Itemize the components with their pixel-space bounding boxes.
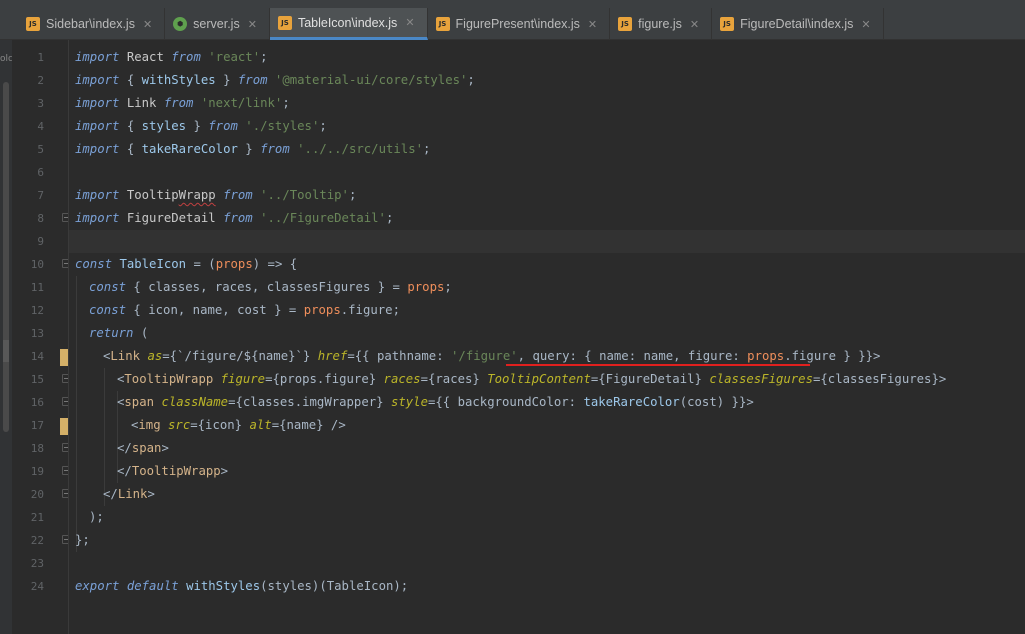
close-icon[interactable]: ✕	[588, 18, 597, 31]
line-number: 7	[37, 189, 44, 202]
tab-label: FigurePresent\index.js	[455, 17, 580, 31]
line-number: 3	[37, 97, 44, 110]
code-line-18: </span>	[117, 441, 169, 455]
line-number: 12	[30, 304, 44, 317]
change-marker[interactable]	[60, 349, 68, 366]
code-line-16: <span className={classes.imgWrapper} sty…	[117, 395, 754, 409]
code-line-13: return (	[89, 326, 149, 340]
line-number: 6	[37, 166, 44, 179]
code-line-24: export default withStyles(styles)(TableI…	[75, 579, 409, 593]
code-line-17: <img src={icon} alt={name} />	[131, 418, 346, 432]
line-number: 10	[30, 258, 44, 271]
line-number: 13	[30, 327, 44, 340]
line-number: 11	[30, 281, 44, 294]
code-line-19: </TooltipWrapp>	[117, 464, 229, 478]
tab-stub	[0, 8, 18, 39]
code-line-8: import FigureDetail from '../FigureDetai…	[75, 211, 394, 225]
line-number-gutter: 1 2 3 4 5 6 7 8 9 10 11 12 13 14 15 16 1…	[12, 40, 71, 634]
close-icon[interactable]: ✕	[405, 16, 414, 29]
panel-scroll-thumb[interactable]	[3, 340, 9, 362]
code-line-15: <TooltipWrapp figure={props.figure} race…	[117, 372, 947, 386]
code-line-21: );	[89, 510, 104, 524]
tab-label: figure.js	[638, 17, 682, 31]
code-line-7: import TooltipWrapp from '../Tooltip';	[75, 188, 357, 202]
line-number: 5	[37, 143, 44, 156]
close-icon[interactable]: ✕	[143, 18, 152, 31]
line-number: 14	[30, 350, 44, 363]
tab-tableicon-index[interactable]: JS TableIcon\index.js ✕	[269, 8, 428, 40]
line-number: 24	[30, 580, 44, 593]
tab-label: server.js	[193, 17, 240, 31]
current-line-highlight	[69, 230, 1025, 253]
line-number: 18	[30, 442, 44, 455]
line-number: 9	[37, 235, 44, 248]
js-file-icon: JS	[277, 15, 292, 30]
red-underline-annotation	[506, 364, 810, 366]
tab-figurepresent-index[interactable]: JS FigurePresent\index.js ✕	[428, 8, 611, 40]
js-file-icon: JS	[618, 17, 633, 31]
tab-sidebar-index[interactable]: JS Sidebar\index.js ✕	[18, 8, 166, 40]
code-line-1: import React from 'react';	[75, 50, 268, 64]
line-number: 15	[30, 373, 44, 386]
line-number: 21	[30, 511, 44, 524]
line-number: 4	[37, 120, 44, 133]
line-number: 8	[37, 212, 44, 225]
js-file-icon: JS	[26, 17, 40, 31]
tab-label: Sidebar\index.js	[46, 17, 135, 31]
line-number: 22	[30, 534, 44, 547]
spelling-warning: Wrapp	[178, 188, 216, 202]
code-line-3: import Link from 'next/link';	[75, 96, 290, 110]
code-line-22: };	[75, 533, 90, 547]
project-panel-strip: olc	[0, 40, 13, 634]
change-marker[interactable]	[60, 418, 68, 435]
line-number: 16	[30, 396, 44, 409]
code-line-5: import { takeRareColor } from '../../src…	[75, 142, 431, 156]
line-number: 2	[37, 74, 44, 87]
indent-guide	[76, 276, 77, 552]
code-line-11: const { classes, races, classesFigures }…	[89, 280, 452, 294]
tab-server[interactable]: ⬢ server.js ✕	[165, 8, 270, 40]
tab-figure[interactable]: JS figure.js ✕	[610, 8, 713, 40]
editor-tab-bar: JS Sidebar\index.js ✕ ⬢ server.js ✕ JS T…	[0, 0, 1025, 40]
nodejs-file-icon: ⬢	[173, 17, 188, 31]
close-icon[interactable]: ✕	[248, 18, 257, 31]
code-line-2: import { withStyles } from '@material-ui…	[75, 73, 475, 87]
code-line-4: import { styles } from './styles';	[75, 119, 327, 133]
tab-figuredetail-index[interactable]: JS FigureDetail\index.js ✕	[712, 8, 884, 40]
code-line-10: const TableIcon = (props) => {	[75, 257, 298, 271]
tab-label: TableIcon\index.js	[297, 15, 398, 30]
code-line-12: const { icon, name, cost } = props.figur…	[89, 303, 400, 317]
close-icon[interactable]: ✕	[690, 18, 699, 31]
panel-scrollbar[interactable]	[3, 82, 9, 432]
line-number: 23	[30, 557, 44, 570]
code-line-20: </Link>	[103, 487, 155, 501]
line-number: 20	[30, 488, 44, 501]
js-file-icon: JS	[435, 17, 450, 31]
js-file-icon: JS	[720, 17, 735, 31]
code-editor[interactable]: import React from 'react'; import { with…	[68, 40, 1025, 634]
close-icon[interactable]: ✕	[861, 18, 870, 31]
tab-label: FigureDetail\index.js	[740, 17, 854, 31]
line-number: 19	[30, 465, 44, 478]
line-number: 1	[37, 51, 44, 64]
line-number: 17	[30, 419, 44, 432]
